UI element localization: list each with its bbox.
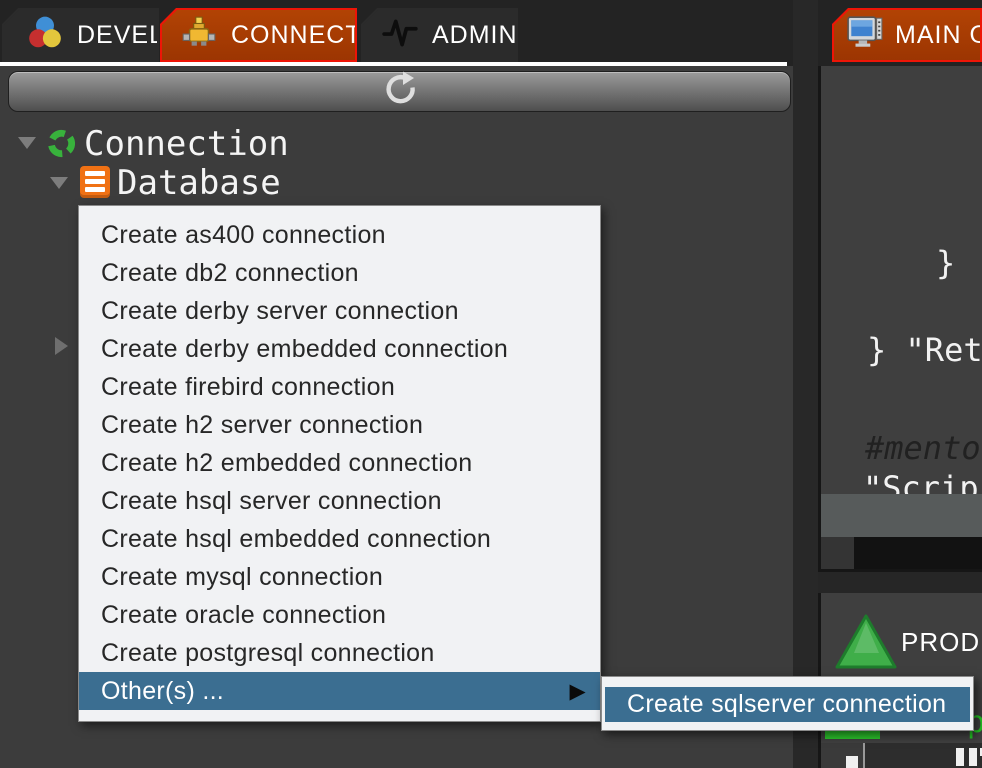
submenu-arrow-icon: ▶ — [570, 679, 586, 704]
tab-connect[interactable]: CONNECT — [160, 8, 357, 62]
menu-item[interactable]: Create postgresql connection — [79, 634, 600, 672]
tab-main-output-label: MAIN OU — [895, 21, 980, 50]
console-line: } — [936, 244, 955, 282]
pulse-icon — [381, 14, 419, 57]
console-input[interactable] — [854, 537, 982, 570]
menu-item[interactable]: Create h2 embedded connection — [79, 444, 600, 482]
menu-item[interactable]: Create firebird connection — [79, 368, 600, 406]
palette-icon — [26, 14, 64, 57]
menu-item-others[interactable]: Other(s) ... ▶ — [79, 672, 600, 710]
others-submenu: Create sqlserver connection — [601, 676, 974, 731]
tab-admin-label: ADMIN — [432, 21, 518, 50]
tree-node-database[interactable]: Database — [117, 163, 281, 203]
main-output-console: } } "Ret #mento "Scrip — [818, 66, 982, 572]
panel-divider[interactable] — [793, 0, 818, 768]
menu-item[interactable]: Create mysql connection — [79, 558, 600, 596]
menu-item-create-sqlserver[interactable]: Create sqlserver connection — [605, 687, 970, 722]
network-plug-icon — [180, 14, 218, 57]
menu-item[interactable]: Create derby server connection — [79, 292, 600, 330]
menu-item-others-label: Other(s) ... — [101, 677, 224, 706]
menu-item[interactable]: Create as400 connection — [79, 216, 600, 254]
database-icon — [80, 166, 110, 198]
tab-devel-label: DEVEL — [77, 21, 164, 50]
refresh-icon — [382, 71, 418, 112]
tree-expander-connection[interactable] — [18, 137, 36, 149]
console-line: } "Ret — [867, 331, 982, 369]
console-input-gutter — [821, 537, 854, 570]
green-ring-icon — [46, 128, 77, 164]
tab-admin[interactable]: ADMIN — [361, 8, 518, 62]
partial-glyph — [956, 748, 964, 766]
menu-item[interactable]: Create derby embedded connection — [79, 330, 600, 368]
tab-main-output[interactable]: MAIN OU — [832, 8, 982, 62]
tab-strip-underline — [0, 62, 787, 66]
prod-panel-column-divider — [863, 743, 865, 768]
menu-item[interactable]: Create hsql server connection — [79, 482, 600, 520]
app-window: DEVEL CONNECT — [0, 0, 982, 768]
tree-node-connection[interactable]: Connection — [84, 124, 289, 164]
tab-connect-label: CONNECT — [231, 21, 362, 50]
menu-item[interactable]: Create oracle connection — [79, 596, 600, 634]
tab-devel[interactable]: DEVEL — [2, 8, 159, 62]
menu-item[interactable]: Create db2 connection — [79, 254, 600, 292]
menu-item[interactable]: Create hsql embedded connection — [79, 520, 600, 558]
refresh-button[interactable] — [8, 71, 791, 112]
monitor-icon — [846, 15, 884, 56]
console-selected-band — [821, 494, 982, 537]
prod-triangle-icon — [834, 613, 898, 676]
partial-glyph — [846, 756, 858, 768]
prod-label: PROD — [901, 627, 980, 658]
right-panel-gap — [818, 572, 982, 593]
database-context-menu: Create as400 connection Create db2 conne… — [78, 205, 601, 722]
console-comment-line: #mento — [865, 429, 981, 467]
partial-glyph — [969, 748, 977, 766]
menu-item[interactable]: Create h2 server connection — [79, 406, 600, 444]
tree-expander-collapsed-node[interactable] — [55, 337, 68, 355]
tree-expander-database[interactable] — [50, 177, 68, 189]
